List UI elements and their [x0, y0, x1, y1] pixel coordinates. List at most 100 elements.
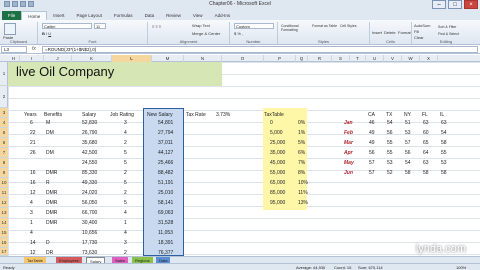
delete-cells-button[interactable]: Delete [384, 30, 396, 35]
window-title: Chapter06 - Microsoft Excel [209, 1, 271, 7]
maximize-button[interactable]: □ [448, 0, 462, 9]
number-format-icons[interactable]: $ % , [234, 31, 243, 36]
row-header[interactable]: 2 [0, 86, 8, 108]
cell-job-rating: 5 [124, 180, 127, 186]
month-label: Jun [344, 170, 353, 176]
cell-years: 6 [30, 120, 33, 126]
sort-filter-button[interactable]: Sort & Filter [438, 25, 456, 29]
row-header[interactable]: 11 [0, 188, 8, 198]
row-header[interactable]: 6 [0, 138, 8, 148]
fx-icon[interactable]: fx [32, 46, 36, 52]
column-header[interactable]: X [420, 55, 438, 62]
format-as-table-button[interactable]: Format as Table [312, 24, 338, 28]
minimize-button[interactable]: – [432, 0, 446, 9]
name-box[interactable]: L3 [1, 46, 27, 53]
tab-home[interactable]: Home [21, 11, 48, 20]
taxtable-rate: 8% [298, 170, 306, 176]
format-cells-button[interactable]: Format [398, 30, 411, 35]
state-value: 54 [405, 160, 411, 166]
cell-benefits: DMR [46, 200, 58, 206]
bold-button[interactable]: B I U [42, 31, 51, 36]
column-header-selected[interactable]: L [112, 55, 152, 62]
wrap-text-button[interactable]: Wrap Text [192, 23, 210, 28]
row-header[interactable]: 10 [0, 178, 8, 188]
cell-years: 4 [30, 230, 33, 236]
header-taxtable: TaxTable [264, 112, 284, 118]
state-value: 57 [405, 140, 411, 146]
watermark-logo: lynda.com [415, 243, 466, 255]
insert-cells-button[interactable]: Insert [372, 30, 382, 35]
taxtable-from: 85,000 [270, 190, 286, 196]
clipboard-label: Clipboard [9, 39, 28, 44]
tab-view[interactable]: View [187, 11, 209, 20]
column-header[interactable]: S [332, 55, 350, 62]
column-header[interactable]: H [8, 55, 20, 62]
tab-file[interactable]: File [2, 11, 22, 20]
row-header[interactable]: 5 [0, 128, 8, 138]
row-header[interactable]: 15 [0, 228, 8, 238]
paste-button[interactable] [4, 23, 16, 35]
align-icons[interactable]: ≡ ≡ ≡ [152, 24, 161, 29]
column-header[interactable]: W [402, 55, 420, 62]
autosum-button[interactable]: AutoSum [414, 23, 430, 28]
zoom-level[interactable]: 100% [456, 265, 466, 270]
state-value: 57 [369, 160, 375, 166]
fill-button[interactable]: Fill [414, 29, 419, 34]
state-value: 49 [369, 130, 375, 136]
row-header[interactable]: 9 [0, 168, 8, 178]
number-format-combo[interactable]: Custom [234, 23, 274, 29]
cell-job-rating: 4 [124, 210, 127, 216]
column-header[interactable]: R [308, 55, 332, 62]
cell-salary: 35,680 [82, 140, 98, 146]
cells-group: Insert Delete Format Cells [370, 22, 412, 44]
column-header[interactable]: U [366, 55, 384, 62]
row-header[interactable]: 3 [0, 108, 8, 118]
tab-formulas[interactable]: Formulas [108, 11, 139, 20]
cell-salary: 30,400 [82, 220, 98, 226]
cell-job-rating: 2 [124, 170, 127, 176]
column-header[interactable]: Q [296, 55, 308, 62]
taxtable-from: 25,000 [270, 140, 286, 146]
row-header[interactable]: 8 [0, 158, 8, 168]
font-size-combo[interactable]: 11 [94, 23, 106, 29]
tab-review[interactable]: Review [160, 11, 187, 20]
row-header[interactable]: 16 [0, 238, 8, 248]
tab-page-layout[interactable]: Page Layout [71, 11, 108, 20]
row-header[interactable]: 7 [0, 148, 8, 158]
cell-new-salary: 25,466 [158, 160, 174, 166]
cell-years: 1 [30, 220, 33, 226]
column-header[interactable]: P [264, 55, 296, 62]
formula-input[interactable]: =ROUND(J3*(1+$N$2),0) [42, 46, 478, 53]
tab-data[interactable]: Data [139, 11, 161, 20]
tab-add-ins[interactable]: Add-Ins [209, 11, 237, 20]
cell-styles-button[interactable]: Cell Styles [340, 24, 366, 28]
row-header[interactable]: 1 [0, 62, 8, 86]
row-header[interactable]: 13 [0, 208, 8, 218]
row-header[interactable]: 14 [0, 218, 8, 228]
font-name-combo[interactable]: Calibri [42, 23, 92, 29]
merge-center-button[interactable]: Merge & Center [192, 31, 220, 36]
state-value: 65 [423, 140, 429, 146]
column-header[interactable]: M [152, 55, 184, 62]
column-header[interactable]: O [222, 55, 264, 62]
column-header[interactable]: N [184, 55, 222, 62]
cell-job-rating: 5 [124, 200, 127, 206]
state-header: TX [386, 112, 393, 118]
column-header[interactable]: I [20, 55, 44, 62]
close-button[interactable]: × [464, 0, 478, 9]
cell-salary: 85,330 [82, 170, 98, 176]
find-select-button[interactable]: Find & Select [438, 32, 459, 36]
cell-grid[interactable] [8, 62, 480, 256]
state-value: 63 [423, 120, 429, 126]
column-header[interactable]: K [72, 55, 112, 62]
taxtable-from: 65,000 [270, 180, 286, 186]
column-header[interactable]: V [384, 55, 402, 62]
row-header[interactable]: 4 [0, 118, 8, 128]
conditional-formatting-button[interactable]: Conditional Formatting [281, 24, 311, 32]
tab-insert[interactable]: Insert [47, 11, 70, 20]
row-header[interactable]: 12 [0, 198, 8, 208]
column-header[interactable]: J [44, 55, 72, 62]
column-header[interactable]: T [350, 55, 366, 62]
row-header[interactable]: 17 [0, 248, 8, 256]
state-value: 58 [441, 170, 447, 176]
